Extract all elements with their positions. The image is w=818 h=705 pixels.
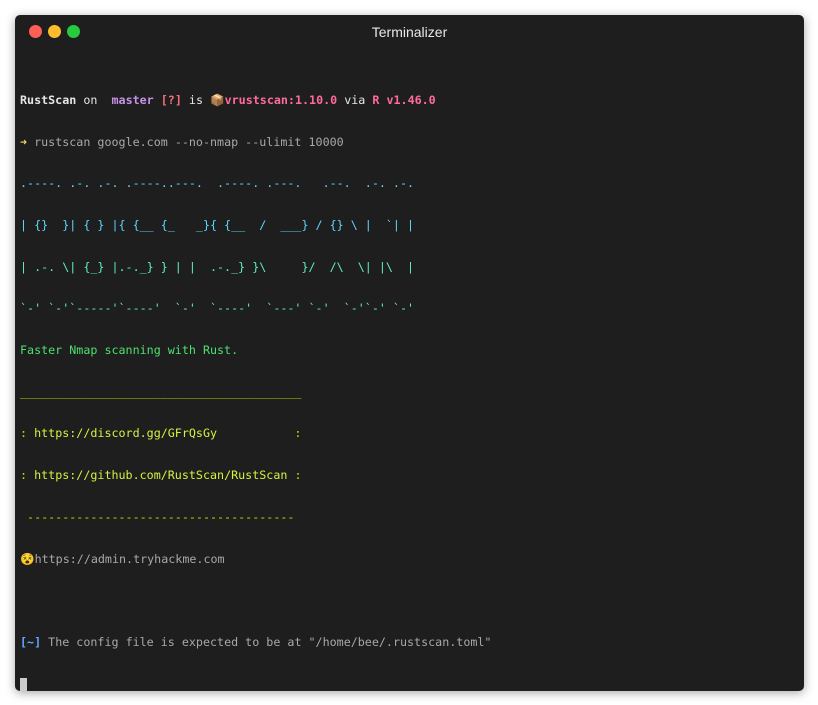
command-line: ➜ rustscan google.com --no-nmap --ulimit… (20, 134, 491, 150)
prompt-branch: master (104, 92, 161, 107)
terminal-output[interactable]: RustScan on master [?] is 📦vrustscan:1.1… (20, 66, 491, 705)
prompt-dir: RustScan (20, 92, 77, 107)
package-icon: 📦 (210, 92, 225, 107)
prompt-line: RustScan on master [?] is 📦vrustscan:1.1… (20, 92, 491, 108)
cursor-line (20, 677, 491, 692)
prompt-on: on (76, 92, 105, 107)
prompt-git-status: [?] (160, 92, 182, 107)
prompt-via: via (337, 92, 373, 107)
prompt-package: vrustscan:1.10.0 (224, 92, 338, 107)
banner-line-1: .----. .-. .-. .----..---. .----. .---. … (20, 176, 415, 191)
terminal-cursor (20, 677, 27, 691)
github-link[interactable]: https://github.com/RustScan/RustScan (34, 468, 287, 482)
links-top-rule: ________________________________________ (20, 384, 302, 399)
admin-url[interactable]: https://admin.tryhackme.com (35, 552, 225, 566)
discord-suffix: : (217, 426, 302, 441)
banner-line-4: `-' `-'`-----'`----' `-' `----' `---' `-… (20, 301, 415, 316)
discord-prefix: : (20, 426, 35, 441)
admin-line: 😵https://admin.tryhackme.com (20, 551, 491, 567)
dizzy-face-icon: 😵 (20, 551, 35, 566)
prompt-rust-version: v1.46.0 (379, 92, 436, 107)
banner-line-2: | {} }| { } |{ {__ {_ _}{ {__ / ___} / {… (20, 217, 415, 232)
discord-link[interactable]: https://discord.gg/GFrQsGy (34, 426, 217, 440)
prompt-is: is (181, 92, 211, 107)
command-text: rustscan google.com --no-nmap --ulimit 1… (27, 134, 344, 149)
title-bar: Terminalizer (15, 15, 804, 49)
config-prefix: [~] (20, 634, 42, 649)
github-prefix: : (20, 468, 35, 483)
banner-line-3: | .-. \| {_} |.-._} } | | .-._} }\ }/ /\… (20, 259, 415, 274)
window-title: Terminalizer (371, 24, 448, 40)
links-bottom-rule: -------------------------------------- (20, 509, 295, 524)
github-line: : https://github.com/RustScan/RustScan : (20, 468, 491, 483)
config-message: The config file is expected to be at "/h… (41, 634, 492, 649)
github-suffix: : (287, 468, 302, 483)
prompt-arrow-icon: ➜ (20, 134, 28, 149)
discord-line: : https://discord.gg/GFrQsGy : (20, 426, 491, 441)
config-line: [~] The config file is expected to be at… (20, 634, 492, 650)
tagline: Faster Nmap scanning with Rust. (20, 343, 239, 358)
